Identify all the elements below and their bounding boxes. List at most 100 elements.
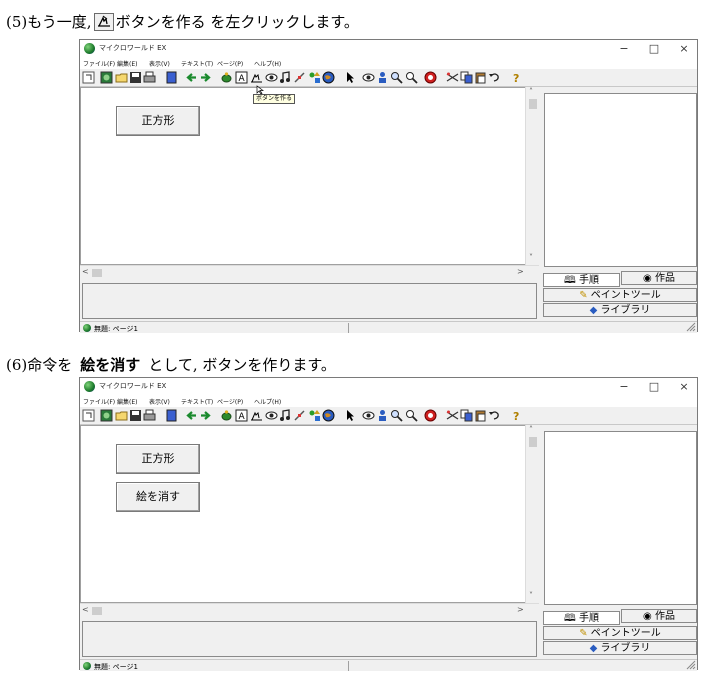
tab-works[interactable]: ◉ 作品 xyxy=(621,271,697,285)
page-icon[interactable] xyxy=(165,71,178,84)
canvas-button-square[interactable]: 正方形 xyxy=(116,106,200,136)
tab-paint-tool[interactable]: ✎ ペイントツール xyxy=(543,626,697,640)
command-center[interactable] xyxy=(82,283,537,319)
stop-icon[interactable] xyxy=(424,71,437,84)
scroll-thumb[interactable] xyxy=(92,269,102,277)
scroll-up-icon[interactable]: ˄ xyxy=(529,425,533,434)
maximize-button[interactable]: □ xyxy=(639,378,669,395)
save-icon[interactable] xyxy=(129,71,142,84)
menu-help[interactable]: ヘルプ(H) xyxy=(254,59,281,68)
turtle-icon[interactable] xyxy=(220,409,233,422)
zoom-in-icon[interactable] xyxy=(390,409,403,422)
project-panel[interactable] xyxy=(544,93,697,267)
menu-page[interactable]: ページ(P) xyxy=(217,397,243,406)
page-canvas[interactable]: 正方形 xyxy=(80,87,532,265)
text-box-icon[interactable]: A xyxy=(235,409,248,422)
menu-edit[interactable]: 編集(E) xyxy=(117,397,137,406)
tab-works[interactable]: ◉ 作品 xyxy=(621,609,697,623)
paste-icon[interactable] xyxy=(474,409,487,422)
turtle-icon[interactable] xyxy=(220,71,233,84)
menu-text[interactable]: テキスト(T) xyxy=(181,59,213,68)
shapes-icon[interactable] xyxy=(308,71,321,84)
scissors-icon[interactable] xyxy=(446,71,459,84)
zoom-in-icon[interactable] xyxy=(390,71,403,84)
pointer-icon[interactable] xyxy=(343,71,356,84)
copy-icon[interactable] xyxy=(460,409,473,422)
menu-file[interactable]: ファイル(F) xyxy=(83,397,115,406)
stop-icon[interactable] xyxy=(424,409,437,422)
close-button[interactable]: × xyxy=(669,40,699,57)
scissors-icon[interactable] xyxy=(446,409,459,422)
show-icon[interactable] xyxy=(362,71,375,84)
scroll-up-icon[interactable]: ˄ xyxy=(529,87,533,96)
music-icon[interactable] xyxy=(279,409,292,422)
canvas-button-clear-graphics[interactable]: 絵を消す xyxy=(116,482,200,512)
tab-procedures[interactable]: 🕮 手順 xyxy=(543,611,620,625)
menu-text[interactable]: テキスト(T) xyxy=(181,397,213,406)
zoom-out-icon[interactable] xyxy=(405,409,418,422)
tab-procedures[interactable]: 🕮 手順 xyxy=(543,273,620,287)
menu-edit[interactable]: 編集(E) xyxy=(117,59,137,68)
show-icon[interactable] xyxy=(362,409,375,422)
button-create-icon[interactable] xyxy=(250,71,263,84)
menu-view[interactable]: 表示(V) xyxy=(149,397,170,406)
print-icon[interactable] xyxy=(143,409,156,422)
resize-grip-icon[interactable] xyxy=(686,660,696,670)
open-icon[interactable] xyxy=(115,409,128,422)
prev-page-icon[interactable] xyxy=(185,71,198,84)
undo-icon[interactable] xyxy=(488,71,501,84)
eye-icon[interactable] xyxy=(265,409,278,422)
slider-icon[interactable] xyxy=(293,71,306,84)
scroll-thumb[interactable] xyxy=(529,437,537,447)
prev-page-icon[interactable] xyxy=(185,409,198,422)
page-canvas[interactable]: 正方形 絵を消す xyxy=(80,425,532,603)
undo-icon[interactable] xyxy=(488,409,501,422)
page-icon[interactable] xyxy=(165,409,178,422)
fold-icon[interactable] xyxy=(82,71,95,84)
canvas-button-square[interactable]: 正方形 xyxy=(116,444,200,474)
scroll-right-icon[interactable]: > xyxy=(517,267,524,276)
menu-page[interactable]: ページ(P) xyxy=(217,59,243,68)
scroll-down-icon[interactable]: ˅ xyxy=(529,591,533,600)
resize-grip-icon[interactable] xyxy=(686,322,696,332)
shapes-icon[interactable] xyxy=(308,409,321,422)
text-box-icon[interactable]: A xyxy=(235,71,248,84)
copy-icon[interactable] xyxy=(460,71,473,84)
paste-icon[interactable] xyxy=(474,71,487,84)
tab-paint-tool[interactable]: ✎ ペイントツール xyxy=(543,288,697,302)
eye-icon[interactable] xyxy=(265,71,278,84)
vertical-scrollbar[interactable]: ˄ ˅ xyxy=(525,87,539,265)
scroll-thumb[interactable] xyxy=(529,99,537,109)
maximize-button[interactable]: □ xyxy=(639,40,669,57)
help-icon[interactable]: ? xyxy=(510,71,523,84)
vertical-scrollbar[interactable]: ˄ ˅ xyxy=(525,425,539,603)
next-page-icon[interactable] xyxy=(199,409,212,422)
pointer-icon[interactable] xyxy=(343,409,356,422)
fold-icon[interactable] xyxy=(82,409,95,422)
horizontal-scrollbar[interactable]: < > xyxy=(80,603,539,617)
stamp-icon[interactable] xyxy=(376,409,389,422)
close-button[interactable]: × xyxy=(669,378,699,395)
menu-view[interactable]: 表示(V) xyxy=(149,59,170,68)
horizontal-scrollbar[interactable]: < > xyxy=(80,265,539,279)
scroll-left-icon[interactable]: < xyxy=(82,267,89,276)
scroll-right-icon[interactable]: > xyxy=(517,605,524,614)
tab-library[interactable]: ◆ ライブラリ xyxy=(543,641,697,655)
menu-file[interactable]: ファイル(F) xyxy=(83,59,115,68)
scroll-left-icon[interactable]: < xyxy=(82,605,89,614)
slider-icon[interactable] xyxy=(293,409,306,422)
button-create-icon[interactable] xyxy=(250,409,263,422)
globe-icon[interactable] xyxy=(322,409,335,422)
scroll-down-icon[interactable]: ˅ xyxy=(529,253,533,262)
open-icon[interactable] xyxy=(115,71,128,84)
book-icon[interactable] xyxy=(100,71,113,84)
save-icon[interactable] xyxy=(129,409,142,422)
next-page-icon[interactable] xyxy=(199,71,212,84)
minimize-button[interactable]: − xyxy=(609,40,639,57)
help-icon[interactable]: ? xyxy=(510,409,523,422)
command-center[interactable] xyxy=(82,621,537,657)
menu-help[interactable]: ヘルプ(H) xyxy=(254,397,281,406)
zoom-out-icon[interactable] xyxy=(405,71,418,84)
book-icon[interactable] xyxy=(100,409,113,422)
music-icon[interactable] xyxy=(279,71,292,84)
